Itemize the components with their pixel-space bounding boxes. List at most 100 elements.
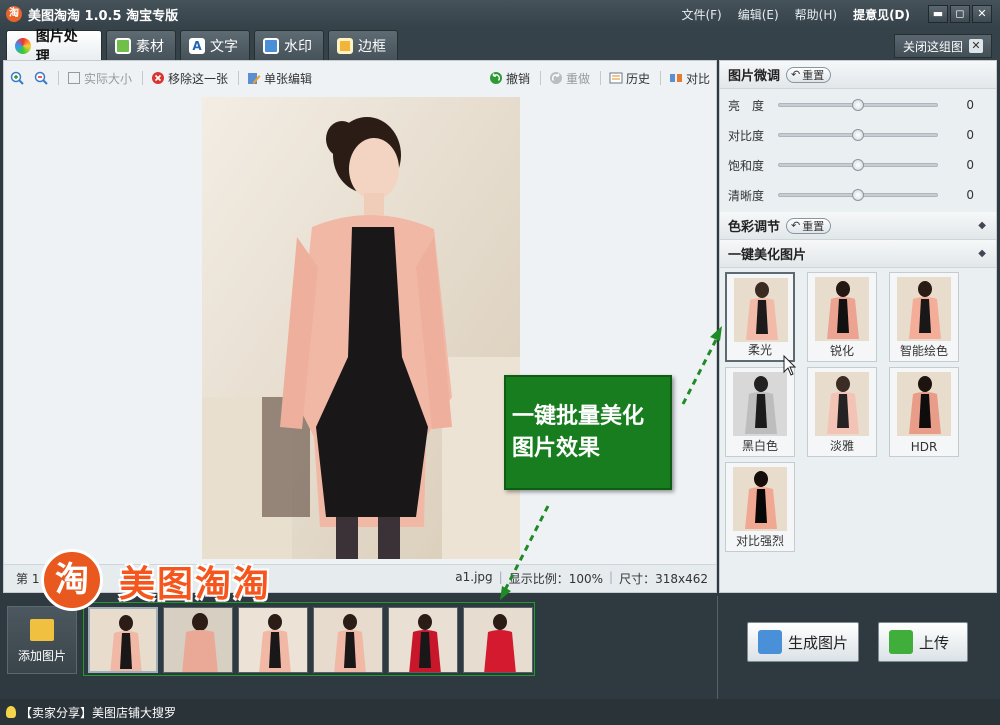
- thumbnail-item[interactable]: [238, 607, 308, 673]
- add-image-button[interactable]: 添加图片: [7, 606, 77, 674]
- actual-size-label: 实际大小: [84, 71, 133, 86]
- app-title: 美图淘淘 1.0.5 淘宝专版: [28, 8, 179, 24]
- watermark-icon: [263, 37, 279, 54]
- effect-thumbnail: [734, 278, 788, 342]
- contrast-track[interactable]: [778, 129, 938, 141]
- callout-line-2: 图片效果: [512, 436, 601, 461]
- effect-preview-illustration: [909, 281, 941, 339]
- remove-image-button[interactable]: 移除这一张: [151, 70, 228, 87]
- redo-button[interactable]: 重做: [549, 70, 590, 87]
- effect-soft-light[interactable]: 柔光: [725, 272, 795, 362]
- effect-preview-illustration: [827, 376, 859, 434]
- toolbar-separator: [599, 71, 601, 85]
- brand-logo: 淘 美图淘淘: [41, 549, 351, 611]
- effect-thumbnail: [815, 277, 869, 341]
- color-adjust-header[interactable]: 色彩调节 ↶ 重置 ◆: [720, 212, 996, 240]
- minimize-button[interactable]: ▬: [928, 5, 948, 23]
- undo-button[interactable]: 撤销: [489, 70, 530, 87]
- tab-label: 文字: [210, 38, 238, 55]
- tab-bar: 图片处理 素材 A 文字 水印 边框 关闭这组图 ✕: [0, 28, 1000, 65]
- tab-label: 边框: [358, 38, 386, 55]
- file-name: a1.jpg: [455, 570, 493, 584]
- text-icon: A: [189, 37, 205, 54]
- beautify-header[interactable]: 一键美化图片 ◆: [720, 240, 996, 268]
- zoom-out-icon: [34, 71, 48, 85]
- effect-thumbnail: [815, 372, 869, 436]
- zoom-in-button[interactable]: [10, 71, 24, 85]
- remove-label: 移除这一张: [168, 71, 229, 86]
- strip-divider: [717, 596, 718, 699]
- thumbnail-illustration: [314, 608, 382, 672]
- actual-size-icon: [68, 72, 80, 84]
- effect-hdr[interactable]: HDR: [889, 367, 959, 457]
- color-reset-button[interactable]: ↶ 重置: [786, 217, 832, 234]
- thumbnail-item[interactable]: [463, 607, 533, 673]
- menu-file[interactable]: 文件(F): [681, 6, 721, 23]
- thumbnail-illustration: [464, 608, 532, 672]
- menu-help[interactable]: 帮助(H): [795, 6, 837, 23]
- adjust-panel: 图片微调 ↶ 重置 亮 度 0 对比度 0 饱和度 0 清晰度 0 色彩调节 ↶…: [719, 60, 997, 593]
- contrast-thumb[interactable]: [852, 129, 864, 141]
- main-photo: [202, 97, 520, 559]
- sharpness-thumb[interactable]: [852, 189, 864, 201]
- toolbar-separator: [238, 71, 240, 85]
- effect-smart-color[interactable]: 智能绘色: [889, 272, 959, 362]
- thumbnail-item[interactable]: [88, 607, 158, 673]
- slider-value: 0: [966, 98, 974, 112]
- tab-watermark[interactable]: 水印: [254, 30, 324, 60]
- tab-label: 素材: [136, 38, 164, 55]
- effect-sharpen[interactable]: 锐化: [807, 272, 877, 362]
- effect-label: 淡雅: [829, 439, 854, 453]
- expand-icon[interactable]: ◆: [978, 220, 986, 231]
- upload-button[interactable]: 上传: [878, 622, 968, 662]
- saturation-thumb[interactable]: [852, 159, 864, 171]
- model-photo-illustration: [202, 97, 520, 559]
- single-edit-button[interactable]: 单张编辑: [247, 70, 312, 87]
- thumbnail-strip: 添加图片 生成图片 上传: [0, 596, 1000, 699]
- effect-black-white[interactable]: 黑白色: [725, 367, 795, 457]
- compare-button[interactable]: 对比: [669, 70, 710, 87]
- brightness-thumb[interactable]: [852, 99, 864, 111]
- saturation-track[interactable]: [778, 159, 938, 171]
- toolbar-separator: [539, 71, 541, 85]
- upload-label: 上传: [919, 633, 950, 652]
- effect-elegant[interactable]: 淡雅: [807, 367, 877, 457]
- slider-group: 亮 度 0 对比度 0 饱和度 0 清晰度 0: [720, 89, 996, 210]
- thumbnail-item[interactable]: [163, 607, 233, 673]
- generate-images-button[interactable]: 生成图片: [747, 622, 859, 662]
- thumbnail-item[interactable]: [313, 607, 383, 673]
- add-image-icon: [30, 619, 54, 641]
- close-group-button[interactable]: 关闭这组图 ✕: [893, 34, 992, 58]
- feature-callout: 一键批量美化 图片效果: [504, 375, 672, 490]
- menu-feedback[interactable]: 提意见(D): [853, 6, 910, 23]
- menu-edit[interactable]: 编辑(E): [738, 6, 779, 23]
- tab-material[interactable]: 素材: [106, 30, 176, 60]
- effect-label: 对比强烈: [735, 534, 784, 548]
- fine-tune-reset-button[interactable]: ↶ 重置: [786, 66, 832, 83]
- tab-text[interactable]: A 文字: [180, 30, 250, 60]
- zoom-out-button[interactable]: [34, 71, 48, 85]
- thumbnail-illustration: [239, 608, 307, 672]
- page-indicator: 第 1: [16, 572, 40, 586]
- title-bar: 淘 美图淘淘 1.0.5 淘宝专版 文件(F) 编辑(E) 帮助(H) 提意见(…: [0, 0, 1000, 28]
- brightness-track[interactable]: [778, 99, 938, 111]
- maximize-button[interactable]: ◻: [950, 5, 970, 23]
- effect-label: 柔光: [747, 343, 772, 357]
- thumbnail-item[interactable]: [388, 607, 458, 673]
- close-window-button[interactable]: ✕: [972, 5, 992, 23]
- reset-label: 重置: [802, 68, 825, 82]
- tab-border[interactable]: 边框: [328, 30, 398, 60]
- seller-share-link[interactable]: 【卖家分享】美图店铺大搜罗: [20, 704, 176, 721]
- zoom-in-icon: [10, 71, 24, 85]
- toolbar-right: 撤销 重做 历史 对比: [489, 61, 710, 95]
- slider-label: 饱和度: [728, 158, 765, 173]
- toolbar-separator: [142, 71, 144, 85]
- generate-icon: [758, 630, 782, 654]
- effect-preview-illustration: [827, 281, 859, 339]
- actual-size-button[interactable]: 实际大小: [67, 70, 132, 87]
- tab-image-processing[interactable]: 图片处理: [6, 29, 102, 65]
- sharpness-track[interactable]: [778, 189, 938, 201]
- history-button[interactable]: 历史: [609, 70, 650, 87]
- collapse-icon[interactable]: ◆: [978, 248, 986, 259]
- effect-high-contrast[interactable]: 对比强烈: [725, 462, 795, 552]
